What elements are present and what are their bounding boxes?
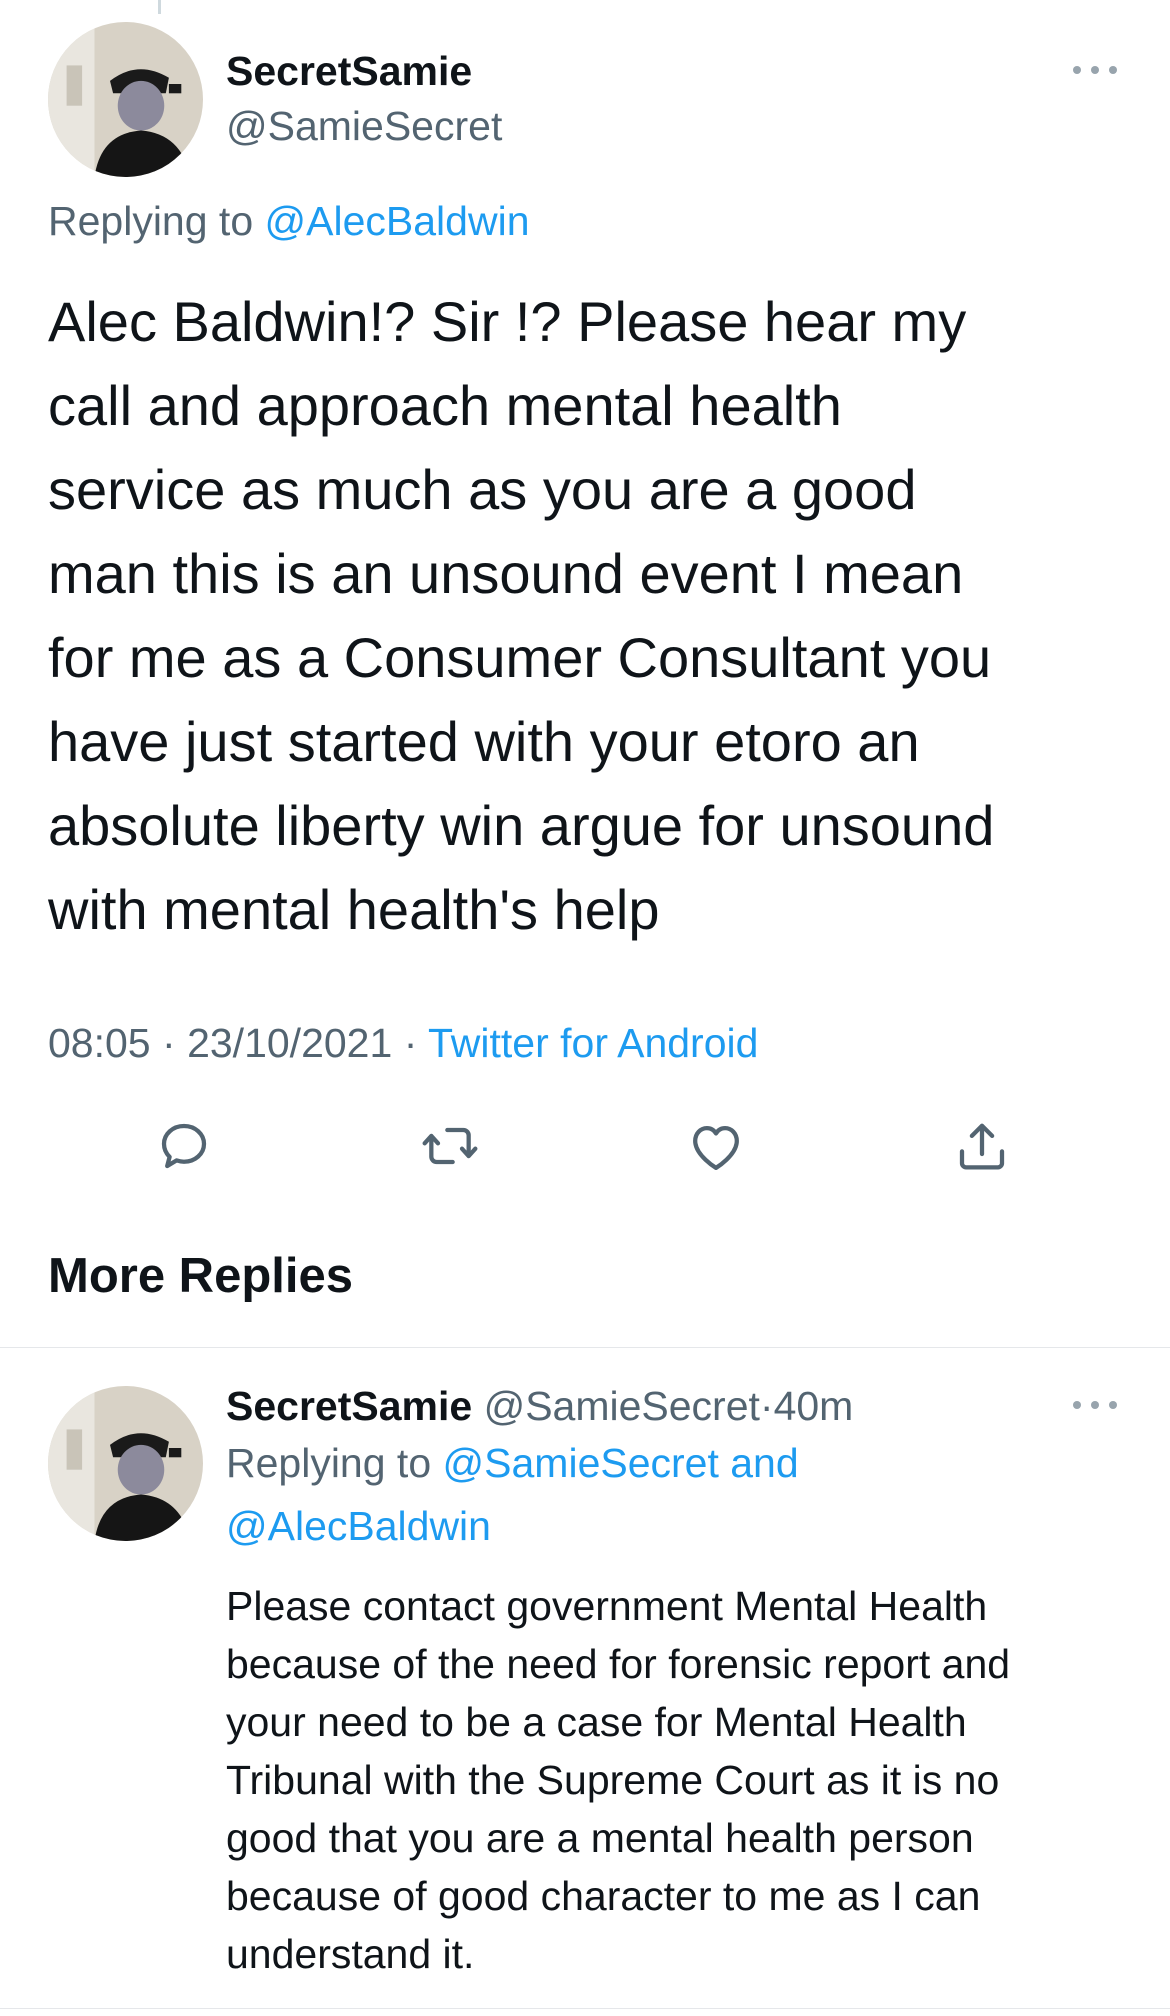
retweet-icon (422, 1127, 478, 1165)
reply-more-options-icon[interactable] (1073, 1398, 1117, 1412)
reply-time-ago[interactable]: 40m (774, 1383, 854, 1429)
reply-body: Please contact government Mental Health … (226, 1577, 1010, 1983)
more-options-icon[interactable] (1073, 63, 1117, 77)
tweet-body-line: for me as a Consumer Consultant you (48, 626, 992, 689)
avatar[interactable] (48, 22, 203, 177)
reply-body-line: Please contact government Mental Health (226, 1583, 988, 1629)
reply-button[interactable] (152, 1114, 216, 1178)
reply-body-line: Tribunal with the Supreme Court as it is… (226, 1757, 1000, 1803)
reply-header: SecretSamie @SamieSecret·40m (226, 1383, 853, 1430)
like-button[interactable] (684, 1114, 748, 1178)
divider (0, 2008, 1170, 2009)
tweet-body-line: with mental health's help (48, 878, 660, 941)
tweet-body-line: call and approach mental health (48, 374, 842, 437)
avatar-photo (48, 1386, 203, 1541)
tweet-source[interactable]: Twitter for Android (428, 1020, 758, 1066)
reply-body-line: because of good character to me as I can (226, 1873, 981, 1919)
replying-to-link[interactable]: @SamieSecret and (443, 1440, 799, 1486)
reply-icon (161, 1123, 207, 1169)
reply-display-name[interactable]: SecretSamie (226, 1383, 472, 1429)
meta-separator: · (162, 1020, 176, 1066)
author-display-name[interactable]: SecretSamie (226, 48, 472, 95)
author-handle[interactable]: @SamieSecret (226, 103, 502, 150)
like-icon (693, 1126, 739, 1170)
reply-handle[interactable]: @SamieSecret (484, 1383, 760, 1429)
share-button[interactable] (950, 1114, 1014, 1178)
share-icon (959, 1123, 1005, 1170)
tweet-date[interactable]: 23/10/2021 (187, 1020, 392, 1066)
replying-to-label: Replying to (48, 198, 254, 244)
reply-time-separator: · (759, 1383, 774, 1429)
tweet-body-line: have just started with your etoro an (48, 710, 920, 773)
tweet-time[interactable]: 08:05 (48, 1020, 151, 1066)
retweet-button[interactable] (418, 1114, 482, 1178)
reply-body-line: because of the need for forensic report … (226, 1641, 1011, 1687)
replying-to-line: Replying to @AlecBaldwin (48, 198, 530, 245)
replying-to-link[interactable]: @AlecBaldwin (226, 1503, 491, 1550)
tweet-body-line: Alec Baldwin!? Sir !? Please hear my (48, 290, 967, 353)
divider (0, 1347, 1170, 1348)
tweet-body: Alec Baldwin!? Sir !? Please hear my cal… (48, 280, 994, 952)
reply-body-line: good that you are a mental health person (226, 1815, 974, 1861)
reply-body-line: your need to be a case for Mental Health (226, 1699, 967, 1745)
meta-separator: · (403, 1020, 418, 1066)
reply-replying-to: Replying to @SamieSecret and (226, 1440, 799, 1487)
section-title: More Replies (48, 1249, 353, 1303)
thread-connector-line (158, 0, 161, 14)
tweet-body-line: service as much as you are a good (48, 458, 917, 521)
tweet-meta: 08:05 · 23/10/2021 · Twitter for Android (48, 1020, 758, 1067)
replying-to-link[interactable]: @AlecBaldwin (265, 198, 530, 244)
replying-to-label: Replying to (226, 1440, 432, 1486)
reply-body-line: understand it. (226, 1931, 475, 1977)
reply-avatar[interactable] (48, 1386, 203, 1541)
tweet-body-line: absolute liberty win argue for unsound (48, 794, 995, 857)
avatar-photo (48, 22, 203, 177)
tweet-body-line: man this is an unsound event I mean (48, 542, 964, 605)
